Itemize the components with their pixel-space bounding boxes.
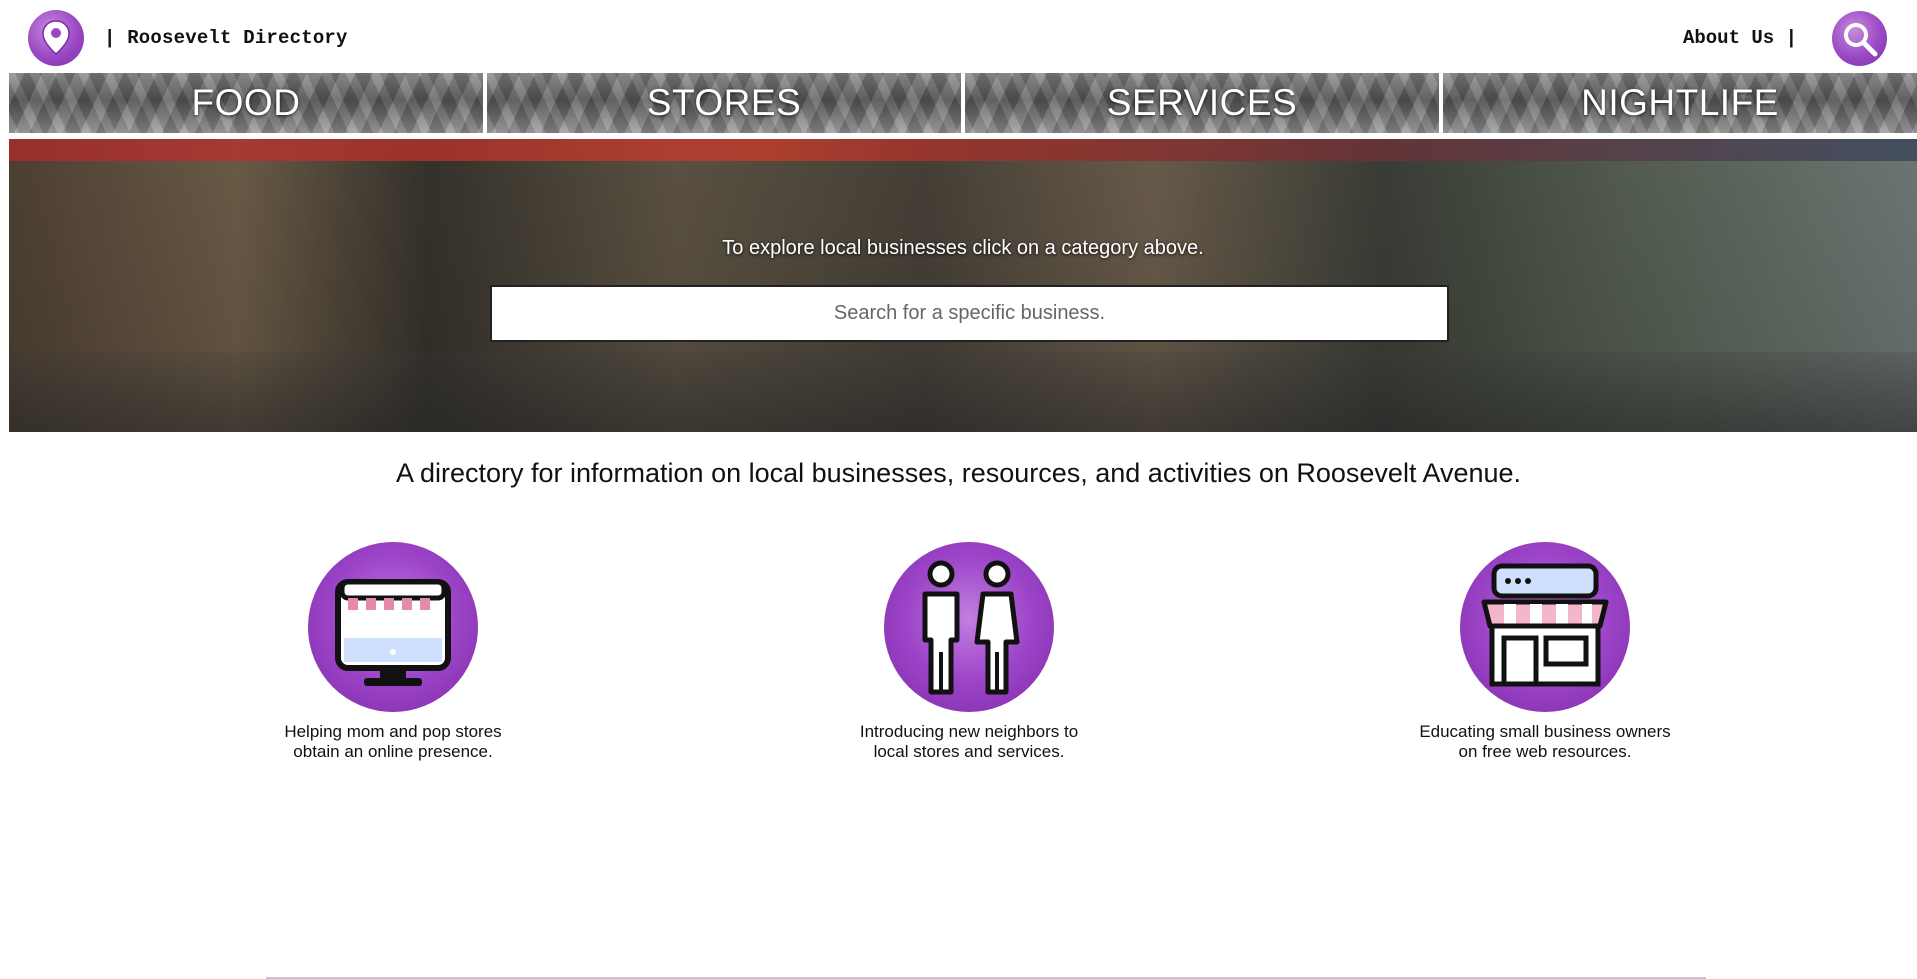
page-tagline: A directory for information on local bus… xyxy=(395,458,1522,488)
category-stores[interactable]: STORES xyxy=(487,73,961,133)
feature-circle xyxy=(1460,542,1630,712)
feature-circle xyxy=(884,542,1054,712)
category-food[interactable]: FOOD xyxy=(9,73,483,133)
map-pin-icon xyxy=(42,20,70,55)
logo[interactable] xyxy=(28,10,84,66)
feature-caption: Introducing new neighbors to local stores… xyxy=(859,722,1079,761)
storefront-monitor-icon xyxy=(335,579,451,686)
about-us-link[interactable]: About Us | xyxy=(1683,27,1797,49)
site-title[interactable]: | Roosevelt Directory xyxy=(104,27,348,49)
feature-online-presence: Helping mom and pop stores obtain an onli… xyxy=(233,542,553,762)
feature-caption: Helping mom and pop stores obtain an onli… xyxy=(284,722,502,761)
category-nightlife[interactable]: NIGHTLIFE xyxy=(1443,73,1917,133)
category-label: FOOD xyxy=(191,82,301,123)
feature-new-neighbors: Introducing new neighbors to local stores… xyxy=(809,542,1129,762)
hero-street xyxy=(9,352,1917,432)
people-icon xyxy=(922,560,1020,695)
hero-prompt: To explore local businesses click on a c… xyxy=(722,237,1204,259)
business-search-input[interactable] xyxy=(490,285,1449,342)
feature-circle xyxy=(308,542,478,712)
category-services[interactable]: SERVICES xyxy=(965,73,1439,133)
search-icon xyxy=(1844,23,1878,57)
category-label: SERVICES xyxy=(1106,82,1298,123)
category-nav: FOOD STORES SERVICES NIGHTLIFE xyxy=(9,73,1917,133)
hero-storefront-signs xyxy=(9,139,1917,161)
feature-web-resources: Educating small business owners on free w… xyxy=(1385,542,1705,762)
hero-banner: To explore local businesses click on a c… xyxy=(9,139,1917,432)
category-label: NIGHTLIFE xyxy=(1581,82,1779,123)
site-header: | Roosevelt Directory About Us | xyxy=(0,0,1917,72)
search-button[interactable] xyxy=(1832,11,1887,66)
feature-caption: Educating small business owners on free w… xyxy=(1419,722,1671,761)
category-label: STORES xyxy=(646,82,802,123)
shop-icon xyxy=(1481,563,1609,687)
